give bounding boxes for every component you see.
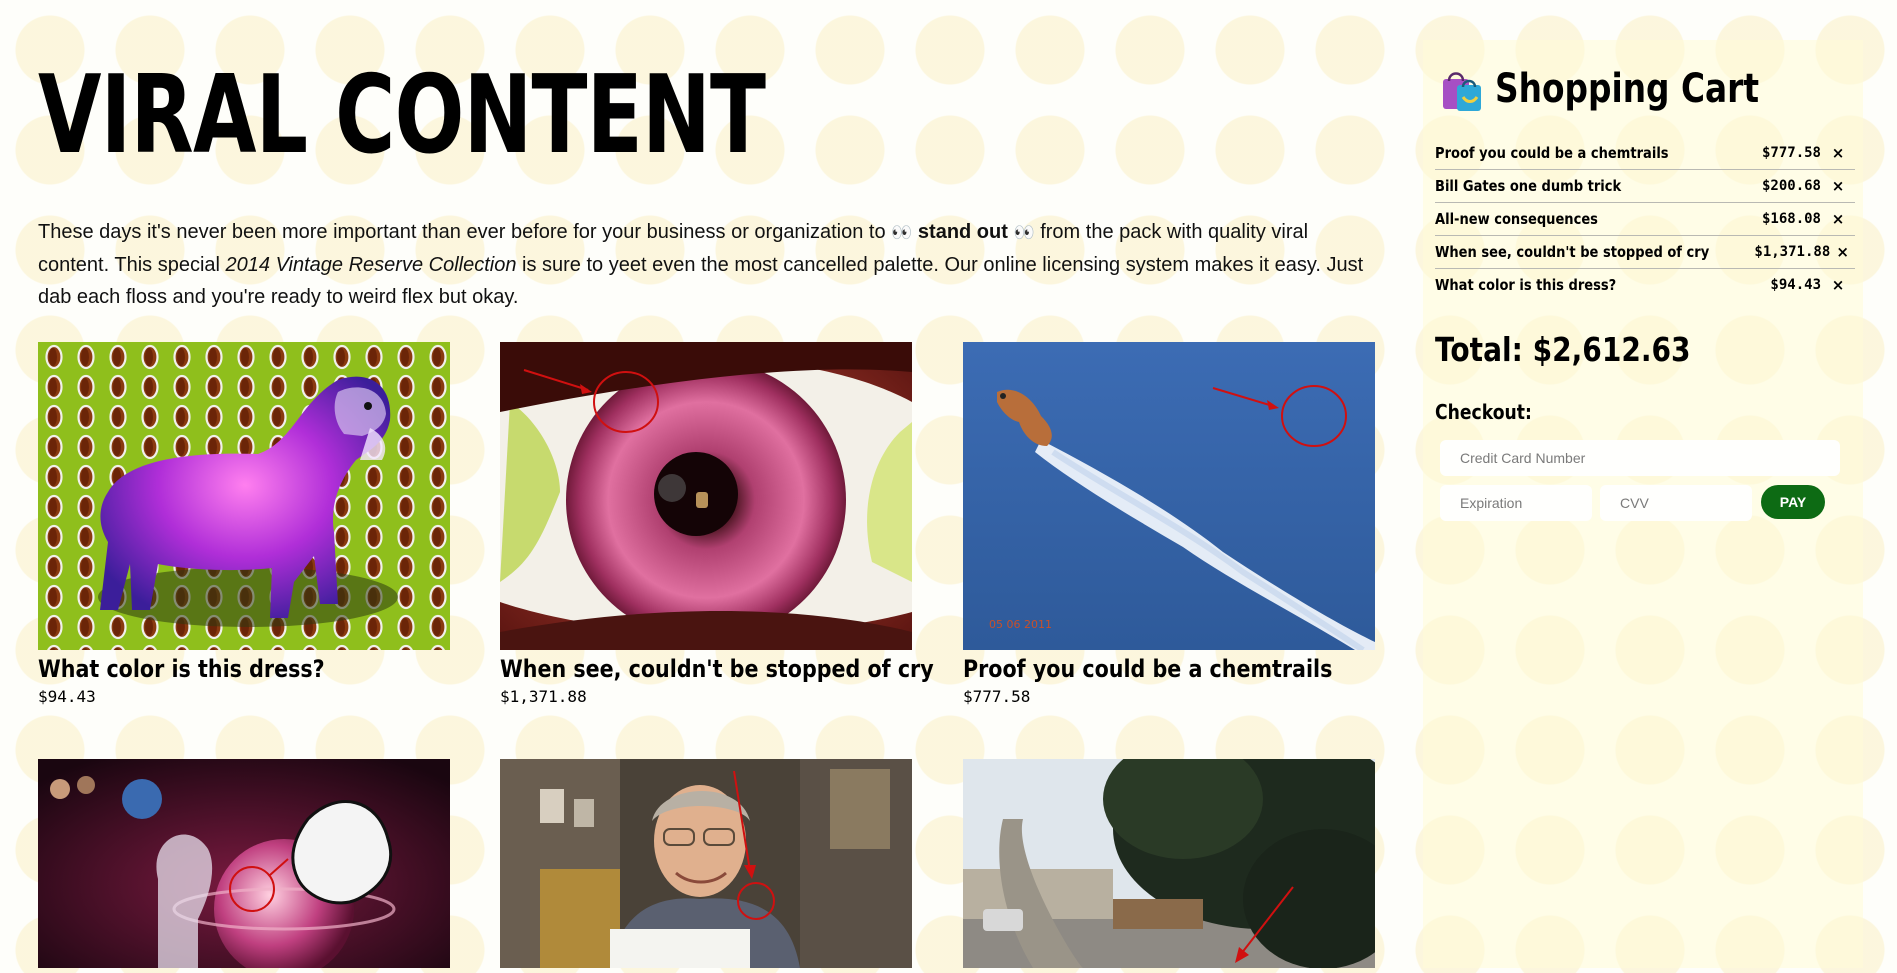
- cart-header: Shopping Cart: [1437, 65, 1817, 113]
- dog-illusion-image: [38, 342, 450, 650]
- cart-item: Proof you could be a chemtrails $777.58 …: [1435, 137, 1855, 170]
- cart-item-price: $168.08: [1761, 211, 1821, 227]
- remove-item-button[interactable]: ×: [1821, 177, 1855, 195]
- chemtrail-dog-image: 05 06 2011: [963, 342, 1375, 650]
- product-card[interactable]: What color is this dress? $94.43: [38, 342, 450, 706]
- remove-item-button[interactable]: ×: [1821, 144, 1855, 162]
- cart-item-name: All-new consequences: [1435, 210, 1598, 228]
- shopping-bags-icon: [1443, 72, 1481, 111]
- product-card[interactable]: [38, 759, 450, 973]
- eyes-icon: 👀: [891, 223, 913, 242]
- product-image[interactable]: 05 06 2011: [963, 342, 1375, 650]
- shopping-cart-panel: Shopping Cart Proof you could be a chemt…: [1423, 40, 1863, 968]
- product-price: $94.43: [38, 687, 96, 706]
- cart-item-name: Proof you could be a chemtrails: [1435, 144, 1669, 162]
- page-title: VIRAL CONTENT: [38, 53, 766, 178]
- cart-total: Total: $2,612.63: [1435, 330, 1691, 369]
- expiration-input[interactable]: [1440, 485, 1592, 521]
- intro-emphasis: stand out: [917, 221, 1008, 243]
- product-card[interactable]: 05 06 2011 Proof you could be a chemtrai…: [963, 342, 1375, 706]
- cart-item-name: When see, couldn't be stopped of cry: [1435, 243, 1710, 261]
- product-image[interactable]: [38, 759, 450, 968]
- cart-item-price: $777.58: [1761, 145, 1821, 161]
- cart-item-name: Bill Gates one dumb trick: [1435, 177, 1622, 195]
- image-date-stamp: 05 06 2011: [989, 618, 1052, 631]
- intro-paragraph: These days it's never been more importan…: [38, 216, 1378, 313]
- product-image[interactable]: [500, 759, 912, 968]
- cart-item-price: $1,371.88: [1754, 244, 1831, 260]
- intro-text-1: These days it's never been more importan…: [38, 221, 886, 243]
- product-title[interactable]: Proof you could be a chemtrails: [963, 655, 1332, 683]
- cart-item: What color is this dress? $94.43 ×: [1435, 269, 1855, 301]
- product-title[interactable]: What color is this dress?: [38, 655, 392, 683]
- cart-item-name: What color is this dress?: [1435, 276, 1617, 294]
- product-image[interactable]: [500, 342, 912, 650]
- credit-card-input[interactable]: [1440, 440, 1840, 476]
- product-image[interactable]: [38, 342, 450, 650]
- product-card[interactable]: [963, 759, 1375, 973]
- pay-button[interactable]: PAY: [1761, 485, 1825, 519]
- cvv-input[interactable]: [1600, 485, 1752, 521]
- portrait-photo-image: [500, 759, 912, 968]
- product-price: $777.58: [963, 687, 1031, 706]
- remove-item-button[interactable]: ×: [1821, 210, 1855, 228]
- cart-item: When see, couldn't be stopped of cry $1,…: [1435, 236, 1855, 269]
- cart-items: Proof you could be a chemtrails $777.58 …: [1435, 137, 1855, 301]
- remove-item-button[interactable]: ×: [1830, 243, 1855, 261]
- product-price: $1,371.88: [500, 687, 587, 706]
- street-tree-image: [963, 759, 1375, 968]
- cart-item-price: $200.68: [1761, 178, 1821, 194]
- product-image[interactable]: [963, 759, 1375, 968]
- cart-item: Bill Gates one dumb trick $200.68 ×: [1435, 170, 1855, 203]
- checkout-label: Checkout:: [1435, 400, 1532, 424]
- eyes-icon: 👀: [1013, 223, 1035, 242]
- product-card[interactable]: When see, couldn't be stopped of cry $1,…: [500, 342, 934, 706]
- eye-closeup-image: [500, 342, 912, 650]
- cart-item: All-new consequences $168.08 ×: [1435, 203, 1855, 236]
- product-card[interactable]: [500, 759, 912, 973]
- cart-title: Shopping Cart: [1495, 66, 1760, 112]
- space-hands-image: [38, 759, 450, 968]
- cart-item-price: $94.43: [1770, 277, 1821, 293]
- product-title[interactable]: When see, couldn't be stopped of cry: [500, 655, 934, 683]
- collection-name: 2014 Vintage Reserve Collection: [225, 254, 517, 276]
- remove-item-button[interactable]: ×: [1821, 276, 1855, 294]
